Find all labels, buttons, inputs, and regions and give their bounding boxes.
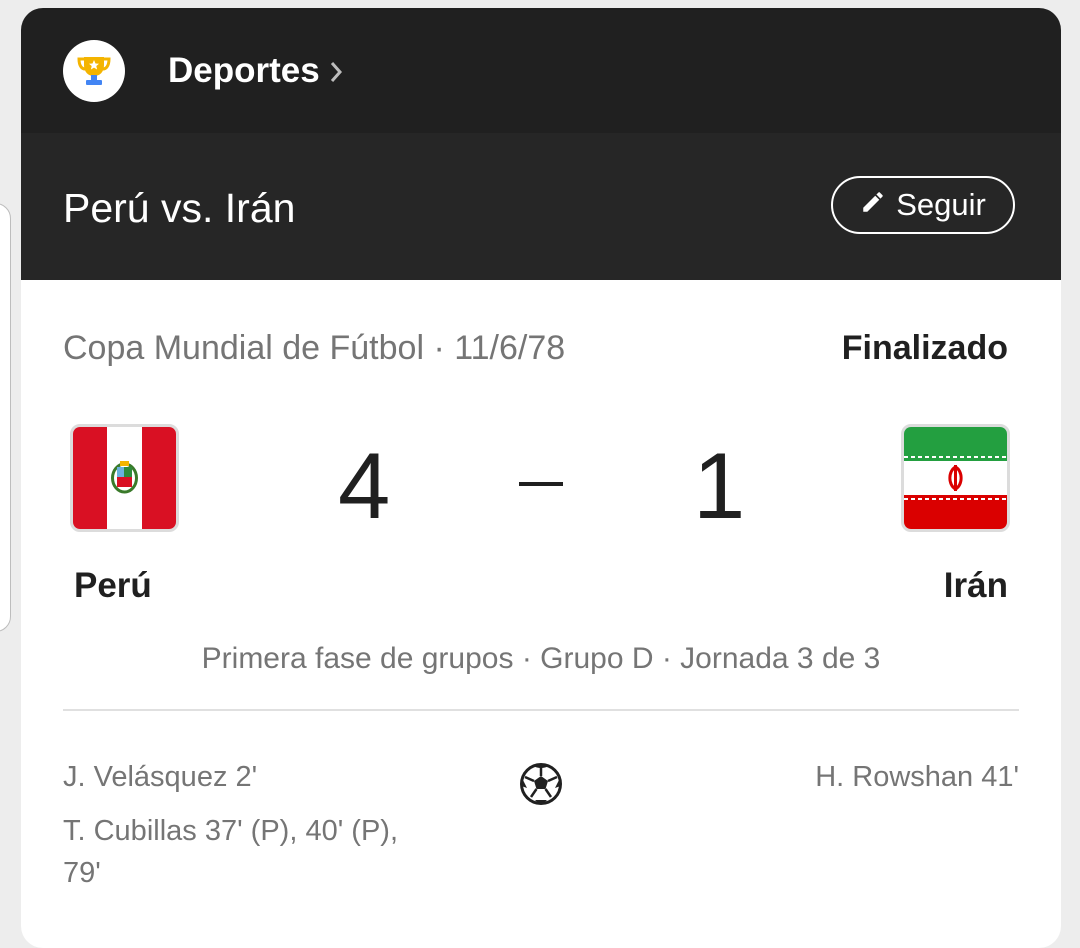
home-scorer-continued: 79' (63, 857, 101, 889)
pencil-icon (860, 187, 886, 223)
match-status: Finalizado (841, 329, 1008, 367)
match-title: Perú vs. Irán (63, 185, 296, 231)
divider (63, 709, 1019, 711)
away-scorer: H. Rowshan 41' (815, 761, 1019, 793)
home-scorer: T. Cubillas 37' (P), 40' (P), (63, 815, 399, 847)
match-stage: Primera fase de grupos · Grupo D · Jorna… (201, 642, 881, 675)
peru-flag[interactable] (70, 424, 179, 532)
sports-header[interactable]: Deportes (21, 8, 1061, 133)
follow-label: Seguir (896, 187, 986, 222)
adjacent-card-edge (0, 203, 11, 632)
chevron-right-icon (326, 58, 346, 91)
away-team-name[interactable]: Irán (944, 565, 1008, 607)
sports-result-card: Deportes Perú vs. Irán Seguir Copa Mundi… (21, 8, 1061, 948)
away-score: 1 (693, 433, 746, 538)
follow-button[interactable]: Seguir (831, 176, 1015, 234)
trophy-icon (63, 40, 125, 102)
competition-date: Copa Mundial de Fútbol · 11/6/78 (63, 329, 566, 367)
category-link[interactable]: Deportes (168, 50, 320, 92)
home-team-name[interactable]: Perú (74, 565, 152, 607)
match-title-bar: Perú vs. Irán Seguir (21, 133, 1061, 280)
iran-flag[interactable] (901, 424, 1010, 532)
home-score: 4 (338, 433, 391, 538)
score-separator (519, 482, 563, 486)
home-scorer: J. Velásquez 2' (63, 761, 258, 793)
soccer-ball-icon (519, 762, 563, 811)
